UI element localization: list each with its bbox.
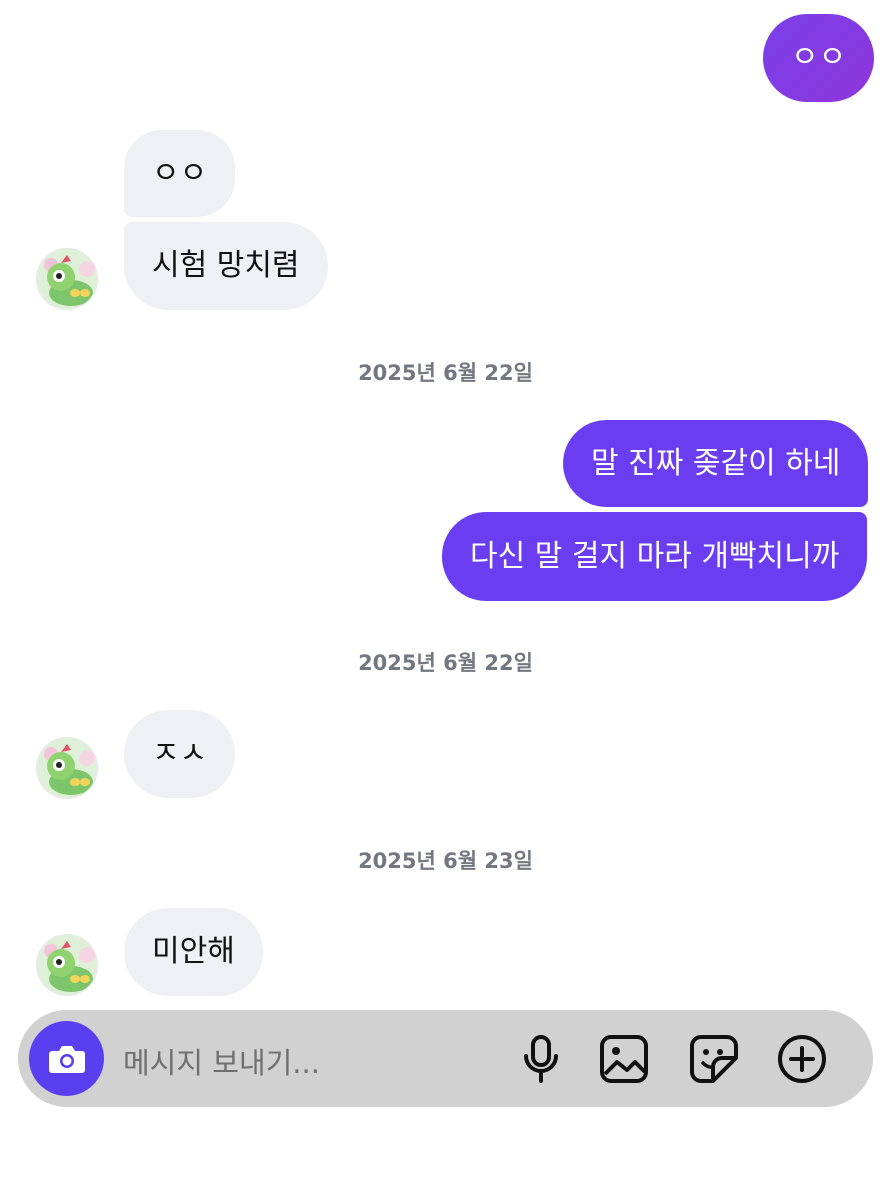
plus-button[interactable] (775, 1032, 829, 1086)
message-input[interactable]: 메시지 보내기... (123, 1040, 320, 1082)
caterpie-avatar-image (37, 935, 97, 995)
image-icon (600, 1035, 648, 1083)
message-text: 미안해 (152, 934, 235, 969)
date-separator: 2025년 6월 23일 (358, 849, 533, 873)
camera-button[interactable] (29, 1021, 104, 1096)
contact-avatar[interactable] (36, 737, 98, 799)
sticker-button[interactable] (687, 1032, 741, 1086)
date-separator: 2025년 6월 22일 (358, 361, 533, 385)
message-composer: 메시지 보내기... (18, 1010, 873, 1107)
contact-avatar[interactable] (36, 248, 98, 310)
sticker-icon (690, 1035, 738, 1083)
incoming-message[interactable]: 미안해 (124, 908, 263, 996)
caterpie-avatar-image (37, 738, 97, 798)
camera-icon (48, 1045, 85, 1073)
contact-avatar[interactable] (36, 934, 98, 996)
message-text: 말 진짜 좆같이 하네 (591, 445, 841, 481)
incoming-message[interactable]: ㅇㅇ (124, 130, 236, 217)
caterpie-avatar-image (37, 249, 97, 309)
plus-circle-icon (778, 1035, 826, 1083)
outgoing-message[interactable]: ㅇㅇ (763, 14, 875, 102)
microphone-button[interactable] (514, 1032, 568, 1086)
gallery-button[interactable] (597, 1032, 651, 1086)
outgoing-message[interactable]: 다신 말 걸지 마라 개빡치니까 (442, 512, 868, 601)
message-text: 시험 망치렴 (152, 248, 300, 283)
incoming-message[interactable]: ㅈㅅ (124, 710, 236, 798)
date-separator: 2025년 6월 22일 (358, 651, 533, 675)
message-text: ㅈㅅ (152, 736, 208, 771)
message-text: ㅇㅇ (791, 40, 847, 75)
message-text: 다신 말 걸지 마라 개빡치니까 (470, 538, 840, 574)
message-text: ㅇㅇ (152, 155, 208, 191)
incoming-message[interactable]: 시험 망치렴 (124, 222, 328, 310)
microphone-icon (524, 1035, 558, 1083)
outgoing-message[interactable]: 말 진짜 좆같이 하네 (563, 420, 869, 507)
